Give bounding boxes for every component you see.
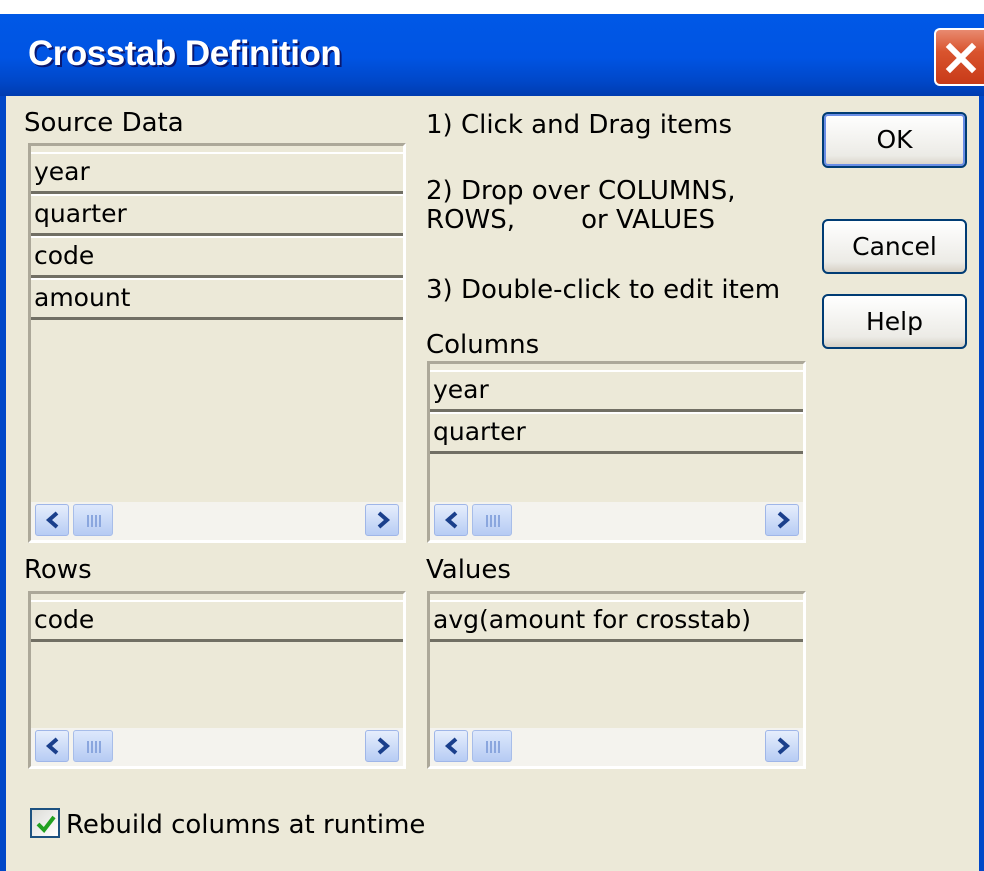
list-item[interactable]: code xyxy=(31,236,403,278)
window-title: Crosstab Definition xyxy=(28,34,342,73)
list-item[interactable]: year xyxy=(31,152,403,194)
source-data-list[interactable]: year quarter code amount xyxy=(28,143,406,543)
scroll-left-button[interactable] xyxy=(35,504,69,536)
instruction-step-3: 3) Double-click to edit item xyxy=(426,275,781,305)
title-bar: Crosstab Definition xyxy=(0,0,984,96)
chevron-right-icon xyxy=(777,511,791,529)
list-item[interactable]: amount xyxy=(31,278,403,320)
instruction-step-1: 1) Click and Drag items xyxy=(426,110,733,140)
list-item[interactable]: avg(amount for crosstab) xyxy=(430,600,803,642)
window-frame-right xyxy=(979,96,984,871)
columns-label: Columns xyxy=(426,330,540,360)
list-item[interactable]: code xyxy=(31,600,403,642)
scroll-thumb[interactable] xyxy=(73,730,113,762)
rows-label: Rows xyxy=(24,555,92,585)
list-item[interactable]: quarter xyxy=(430,412,803,454)
scroll-right-button[interactable] xyxy=(365,730,399,762)
chevron-right-icon xyxy=(377,511,391,529)
scroll-left-button[interactable] xyxy=(434,730,468,762)
chevron-right-icon xyxy=(377,737,391,755)
instruction-step-2-line-1: 2) Drop over COLUMNS, xyxy=(426,176,736,206)
chevron-right-icon xyxy=(777,737,791,755)
checkmark-icon xyxy=(36,815,56,834)
list-item[interactable]: quarter xyxy=(31,194,403,236)
horizontal-scrollbar[interactable] xyxy=(31,728,403,766)
chevron-left-icon xyxy=(45,511,59,529)
ok-button[interactable]: OK xyxy=(822,112,967,168)
scroll-thumb[interactable] xyxy=(472,504,512,536)
horizontal-scrollbar[interactable] xyxy=(430,502,803,540)
horizontal-scrollbar[interactable] xyxy=(430,728,803,766)
values-label: Values xyxy=(426,555,511,585)
values-list[interactable]: avg(amount for crosstab) xyxy=(427,591,806,769)
close-button[interactable] xyxy=(934,28,984,86)
chevron-left-icon xyxy=(444,511,458,529)
instruction-step-2-line-2: ROWS, or VALUES xyxy=(426,205,716,235)
rows-list[interactable]: code xyxy=(28,591,406,769)
source-data-label: Source Data xyxy=(24,108,184,138)
rebuild-columns-checkbox[interactable] xyxy=(30,808,60,838)
scroll-left-button[interactable] xyxy=(434,504,468,536)
scroll-right-button[interactable] xyxy=(765,504,799,536)
help-button[interactable]: Help xyxy=(822,294,967,349)
list-item[interactable]: year xyxy=(430,370,803,412)
columns-list[interactable]: year quarter xyxy=(427,361,806,543)
chevron-left-icon xyxy=(444,737,458,755)
scroll-left-button[interactable] xyxy=(35,730,69,762)
scroll-thumb[interactable] xyxy=(73,504,113,536)
window-frame-left xyxy=(0,96,6,871)
rebuild-columns-label[interactable]: Rebuild columns at runtime xyxy=(66,810,425,840)
chevron-left-icon xyxy=(45,737,59,755)
scroll-thumb[interactable] xyxy=(472,730,512,762)
horizontal-scrollbar[interactable] xyxy=(31,502,403,540)
scroll-right-button[interactable] xyxy=(765,730,799,762)
scroll-right-button[interactable] xyxy=(365,504,399,536)
close-icon xyxy=(945,42,977,74)
cancel-button[interactable]: Cancel xyxy=(822,219,967,274)
